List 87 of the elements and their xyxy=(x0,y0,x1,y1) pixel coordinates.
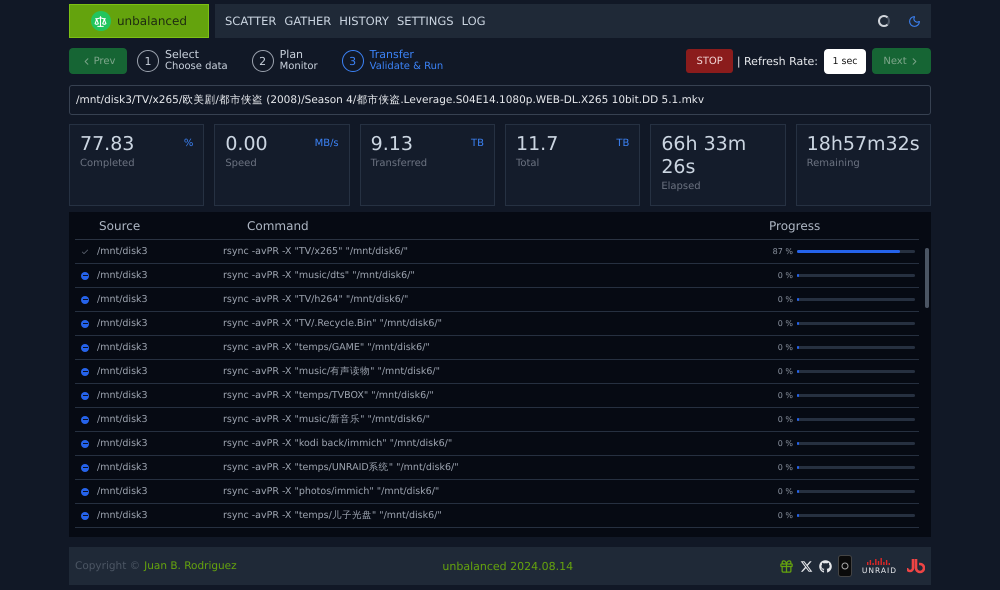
source-cell-text: /mnt/disk3 xyxy=(97,270,149,281)
progress-reading: 87 % xyxy=(772,247,793,256)
progress-reading: 0 % xyxy=(778,511,793,520)
command-cell-text: rsync -avPR -X "temps/儿子光盘" "/mnt/disk6/" xyxy=(223,509,443,522)
step-number: 2 xyxy=(252,50,274,72)
stat-label: Completed xyxy=(80,158,136,169)
scale-icon xyxy=(90,11,111,31)
stat-value: 0.00 xyxy=(225,133,268,156)
progress-reading: 0 % xyxy=(778,391,793,400)
stat-unit: MB/s xyxy=(314,138,339,149)
command-cell-text: rsync -avPR -X "music/新音乐" "/mnt/disk6/" xyxy=(223,413,431,426)
stat-unit: TB xyxy=(616,138,630,149)
stop-button[interactable]: STOP xyxy=(686,49,733,73)
scrollbar[interactable] xyxy=(925,248,929,308)
source-cell-text: /mnt/disk3 xyxy=(97,342,149,353)
step-subtitle: Validate & Run xyxy=(370,61,444,73)
current-file-path: /mnt/disk3/TV/x265/欧美剧/都市侠盗 (2008)/Season 4/都市侠盗.Leverage.S04E14.1080p.WEB-DL.X265 10bit.DD 5.1.mkv xyxy=(69,85,931,115)
command-cell-text: rsync -avPR -X "kodi back/immich" "/mnt/disk6/" xyxy=(223,438,454,449)
stat-value: 77.83 xyxy=(80,133,134,156)
stat-label: Remaining xyxy=(806,158,861,169)
step-subtitle: Choose data xyxy=(165,61,228,73)
progress-reading: 0 % xyxy=(778,319,793,328)
loading-spinner-icon xyxy=(878,15,890,27)
nav-link[interactable]: HISTORY xyxy=(339,14,389,28)
command-cell-text: rsync -avPR -X "photos/immich" "/mnt/disk6/" xyxy=(223,486,440,497)
github-icon[interactable] xyxy=(818,560,832,572)
step-subtitle: Monitor xyxy=(280,61,318,73)
stat-unit: % xyxy=(184,138,194,149)
column-header: Source xyxy=(99,218,142,232)
source-cell-text: /mnt/disk3 xyxy=(97,510,149,521)
column-header: Progress xyxy=(769,218,822,232)
step-number: 1 xyxy=(137,50,159,72)
progress-reading: 0 % xyxy=(778,415,793,424)
jb-logo-icon[interactable] xyxy=(907,558,925,574)
stat-unit: TB xyxy=(471,138,484,149)
command-cell-text: rsync -avPR -X "music/dts" "/mnt/disk6/" xyxy=(223,270,416,281)
command-cell-text: rsync -avPR -X "TV/.Recycle.Bin" "/mnt/disk6/" xyxy=(223,318,444,329)
nav-link[interactable]: SETTINGS xyxy=(396,14,454,28)
step-title: Plan xyxy=(280,49,304,61)
step-number: 3 xyxy=(342,50,364,72)
source-cell-text: /mnt/disk3 xyxy=(97,390,149,401)
refresh-rate-label: | Refresh Rate: xyxy=(736,54,818,68)
progress-reading: 0 % xyxy=(778,463,793,472)
progress-reading: 0 % xyxy=(778,367,793,376)
command-cell-text: rsync -avPR -X "temps/TVBOX" "/mnt/disk6/" xyxy=(223,390,435,401)
command-cell-text: rsync -avPR -X "TV/x265" "/mnt/disk6/" xyxy=(223,246,409,257)
step-title: Transfer xyxy=(370,49,415,61)
stat-value: 11.7 xyxy=(516,133,558,156)
progress-reading: 0 % xyxy=(778,439,793,448)
progress-reading: 0 % xyxy=(778,295,793,304)
gift-icon[interactable] xyxy=(778,558,794,574)
progress-reading: 0 % xyxy=(778,271,793,280)
stat-label: Elapsed xyxy=(661,181,702,192)
source-cell-text: /mnt/disk3 xyxy=(97,246,149,257)
nav-link[interactable]: GATHER xyxy=(284,14,332,28)
source-cell-text: /mnt/disk3 xyxy=(97,294,149,305)
brand-name: unbalanced xyxy=(116,14,188,28)
step-title: Select xyxy=(165,49,200,61)
progress-reading: 0 % xyxy=(778,487,793,496)
source-cell-text: /mnt/disk3 xyxy=(97,462,149,473)
source-cell-text: /mnt/disk3 xyxy=(97,366,149,377)
command-cell-text: rsync -avPR -X "music/有声读物" "/mnt/disk6/" xyxy=(223,365,441,378)
stat-label: Transferred xyxy=(370,158,428,169)
phone-icon[interactable] xyxy=(838,555,852,577)
nav-link[interactable]: SCATTER xyxy=(225,14,276,28)
moon-icon[interactable] xyxy=(908,14,921,28)
command-cell-text: rsync -avPR -X "TV/h264" "/mnt/disk6/" xyxy=(223,294,410,305)
source-cell-text: /mnt/disk3 xyxy=(97,438,149,449)
stat-value: 9.13 xyxy=(370,133,413,156)
nav-link[interactable]: LOG xyxy=(462,14,486,28)
column-header: Command xyxy=(247,218,310,232)
bars-icon xyxy=(867,558,892,564)
stat-label: Total xyxy=(516,158,540,169)
progress-reading: 0 % xyxy=(778,343,793,352)
command-cell-text: rsync -avPR -X "temps/GAME" "/mnt/disk6/" xyxy=(223,342,431,353)
source-cell-text: /mnt/disk3 xyxy=(97,318,149,329)
version-text: unbalanced 2024.08.14 xyxy=(442,560,574,572)
stat-value: 66h 33m 26s xyxy=(661,133,748,179)
author-link[interactable]: Juan B. Rodriguez xyxy=(144,560,237,572)
source-cell-text: /mnt/disk3 xyxy=(97,414,149,425)
stat-label: Speed xyxy=(225,158,258,169)
source-cell-text: /mnt/disk3 xyxy=(97,486,149,497)
command-cell-text: rsync -avPR -X "temps/UNRAID系统" "/mnt/disk6/" xyxy=(223,461,460,474)
stat-value: 18h57m32s xyxy=(806,133,920,156)
refresh-rate-field[interactable]: 1 sec xyxy=(824,48,866,74)
x-logo-icon[interactable] xyxy=(800,560,813,572)
brand-logo[interactable]: unbalanced xyxy=(69,4,209,38)
